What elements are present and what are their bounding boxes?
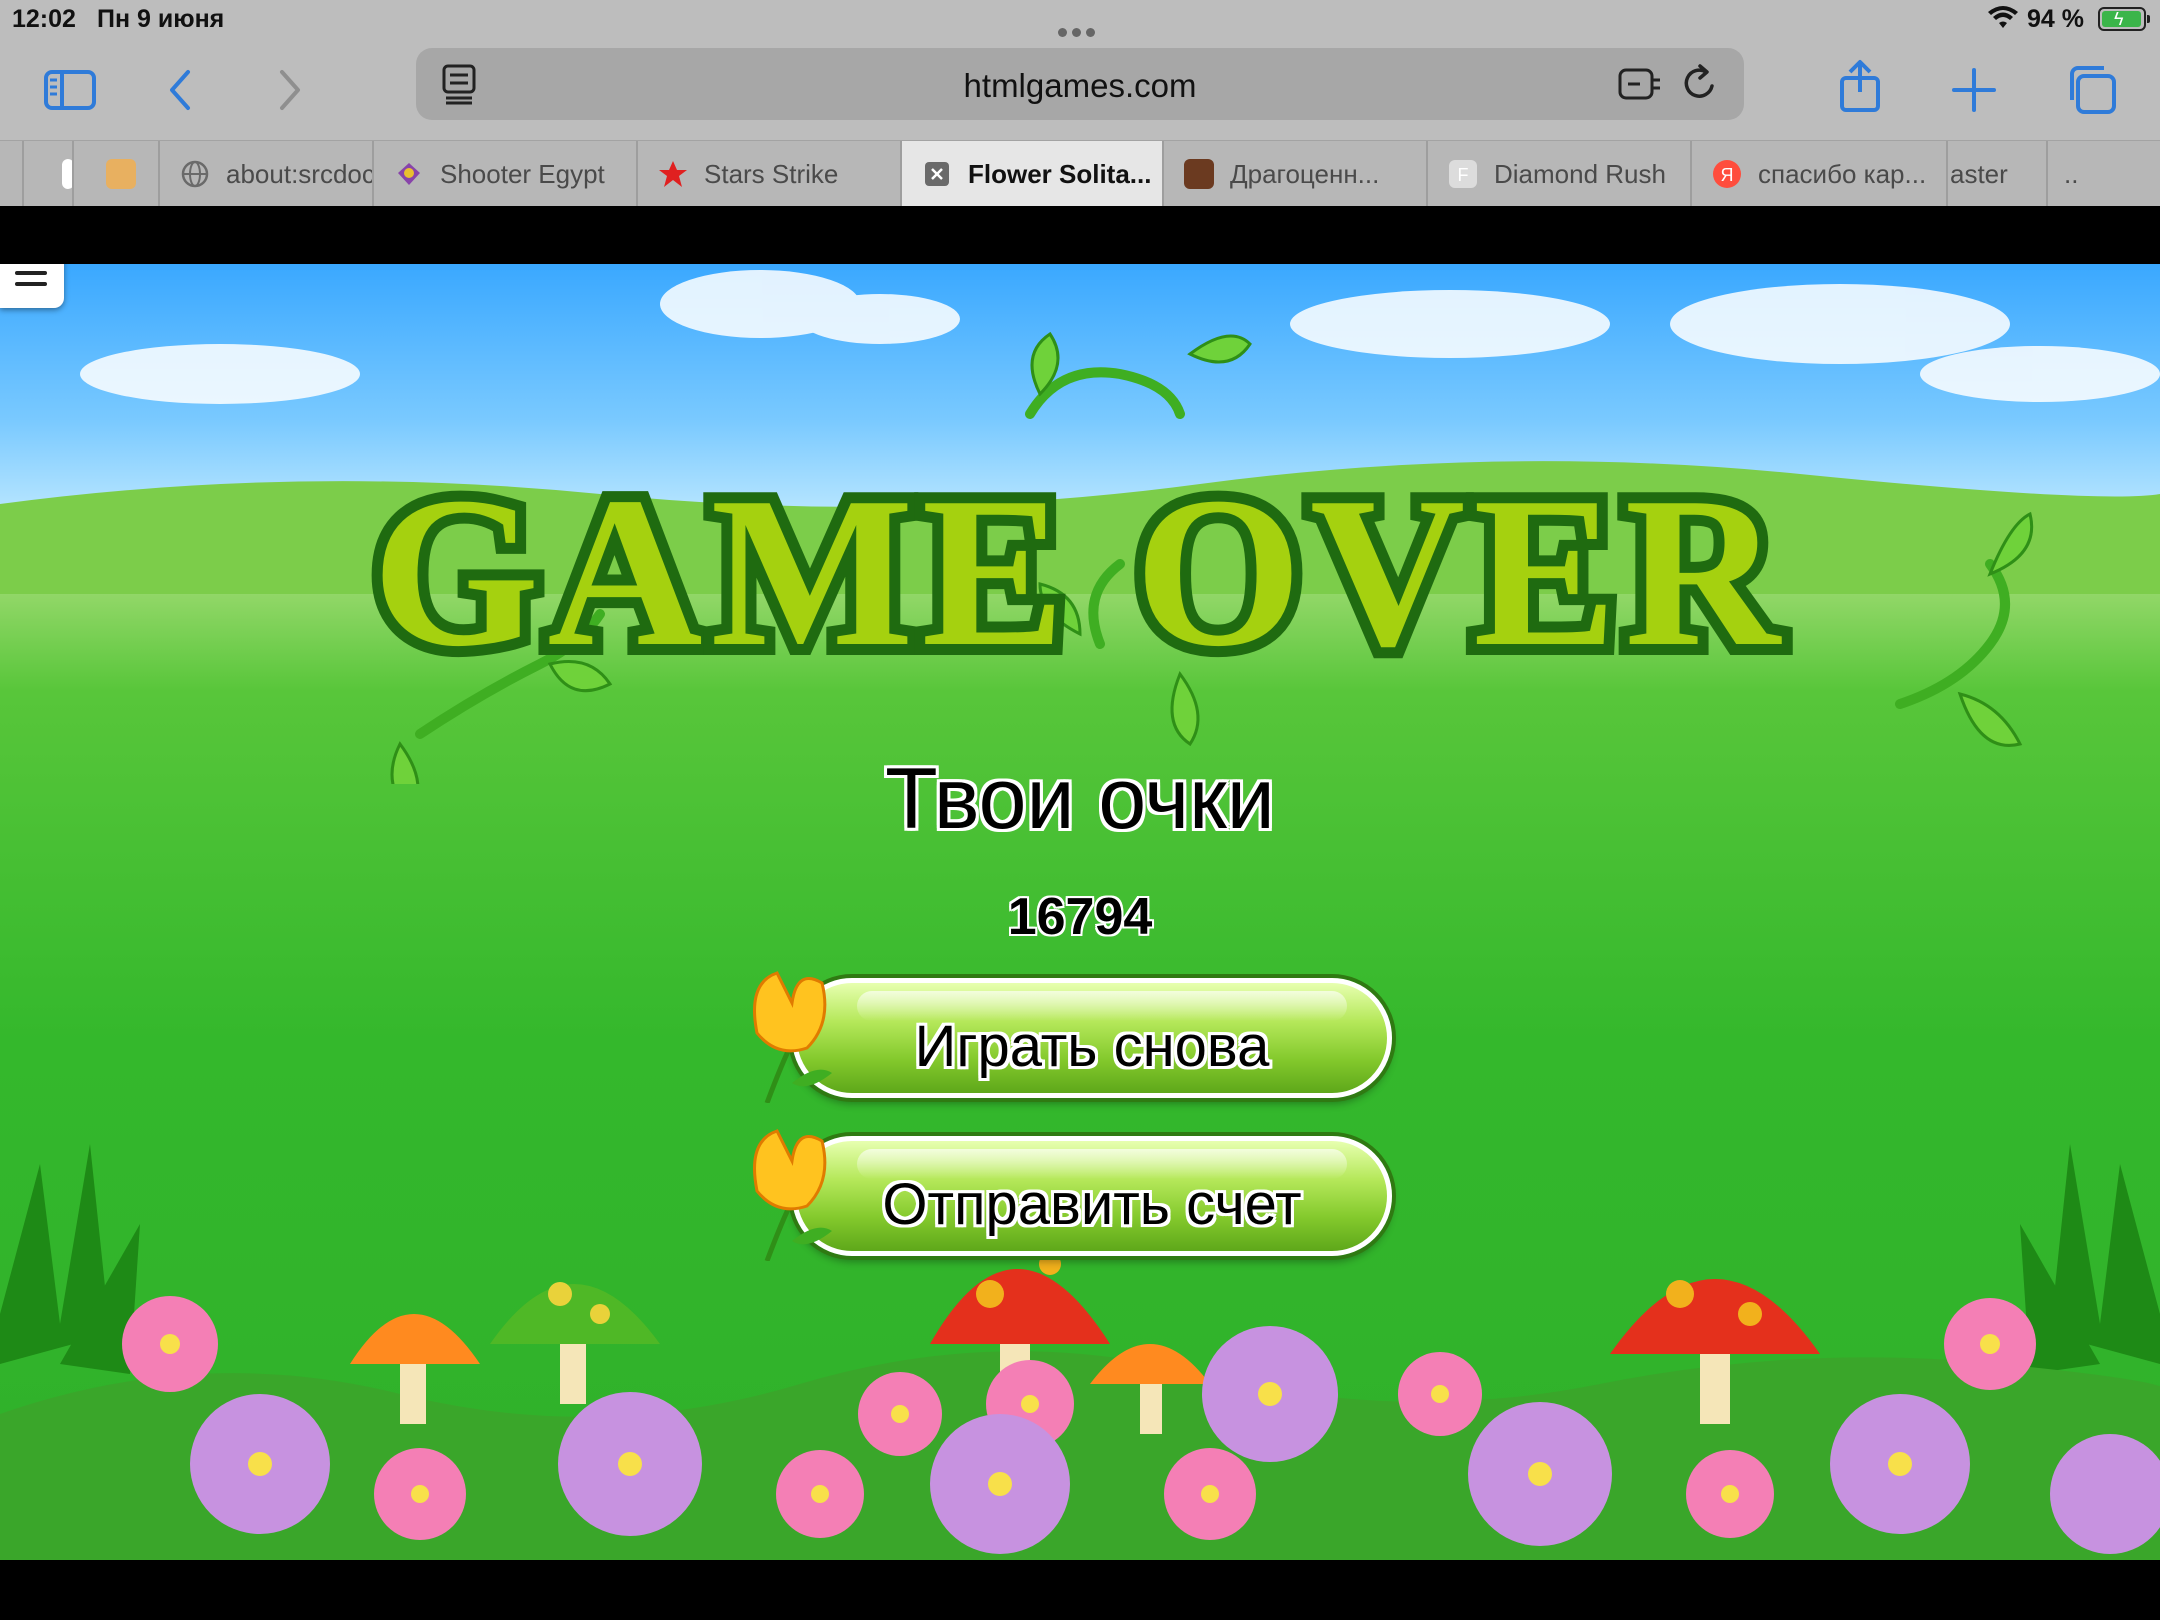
- tab-diamond-rush[interactable]: F Diamond Rush: [1426, 141, 1690, 207]
- status-date: Пн 9 июня: [97, 5, 225, 33]
- address-bar[interactable]: htmlgames.com: [416, 48, 1744, 120]
- forward-icon[interactable]: [260, 62, 316, 118]
- battery-percent: 94 %: [2027, 5, 2084, 33]
- play-again-label: Играть снова: [914, 1014, 1270, 1079]
- sidebar-icon[interactable]: [42, 62, 98, 118]
- submit-score-button[interactable]: Отправить счет: [753, 1129, 1392, 1261]
- submit-score-label: Отправить счет: [882, 1172, 1302, 1237]
- tab-flower-solitaire[interactable]: Flower Solita...: [900, 141, 1162, 207]
- back-icon[interactable]: [154, 62, 210, 118]
- letter-f-icon: F: [1449, 160, 1477, 188]
- tab-about-srcdoc[interactable]: about:srcdoc: [158, 141, 372, 207]
- tab-pinned[interactable]: [22, 141, 72, 207]
- score-label: Твои очки: [885, 751, 1275, 847]
- tab-yandex[interactable]: Я спасибо кар...: [1690, 141, 1946, 207]
- gem-board-icon: [1184, 159, 1214, 189]
- game-over-text: GAME OVER: [372, 452, 1788, 691]
- yandex-icon: Я: [1713, 160, 1741, 188]
- share-icon[interactable]: [1832, 58, 1888, 114]
- status-bar: 12:02 Пн 9 июня 94 % ϟ: [0, 0, 2160, 40]
- tab-overflow[interactable]: ..: [2046, 141, 2160, 207]
- game-canvas[interactable]: GAME OVER Твои очки 16794 Играть снова О…: [0, 264, 2160, 1560]
- svg-text:Я: Я: [1721, 165, 1734, 185]
- score-value: 16794: [1007, 888, 1153, 946]
- reload-icon[interactable]: [1678, 60, 1722, 106]
- hamburger-menu-icon[interactable]: [0, 264, 64, 308]
- browser-toolbar: htmlgames.com: [0, 40, 2160, 140]
- game-over-title: GAME OVER: [361, 331, 2034, 784]
- svg-text:F: F: [1458, 165, 1469, 185]
- tab-stars-strike[interactable]: Stars Strike: [636, 141, 900, 207]
- tabs-overview-icon[interactable]: [2064, 62, 2120, 118]
- page-bottom-band: [0, 1560, 2160, 1620]
- wifi-icon: [1988, 6, 2018, 28]
- multitasking-dots-icon[interactable]: [1058, 15, 1102, 37]
- url-text[interactable]: htmlgames.com: [416, 67, 1744, 105]
- globe-icon: [181, 160, 209, 188]
- tab-teapot[interactable]: [72, 141, 158, 207]
- teapot-icon: [106, 159, 136, 189]
- page-top-band: [0, 206, 2160, 264]
- close-tab-icon[interactable]: [922, 159, 952, 189]
- battery-icon: ϟ: [2098, 7, 2150, 31]
- new-tab-icon[interactable]: [1946, 62, 2002, 118]
- status-time: 12:02: [12, 5, 76, 33]
- tab-gems[interactable]: Драгоценн...: [1162, 141, 1426, 207]
- extensions-icon[interactable]: [1616, 62, 1664, 106]
- scarab-icon: [398, 163, 420, 185]
- tab-shooter-egypt[interactable]: Shooter Egypt: [372, 141, 636, 207]
- tab-bar: about:srcdoc Shooter Egypt Stars Strike …: [0, 140, 2160, 207]
- page-icon: [62, 159, 72, 189]
- play-again-button[interactable]: Играть снова: [753, 971, 1392, 1103]
- star-icon: [659, 161, 687, 187]
